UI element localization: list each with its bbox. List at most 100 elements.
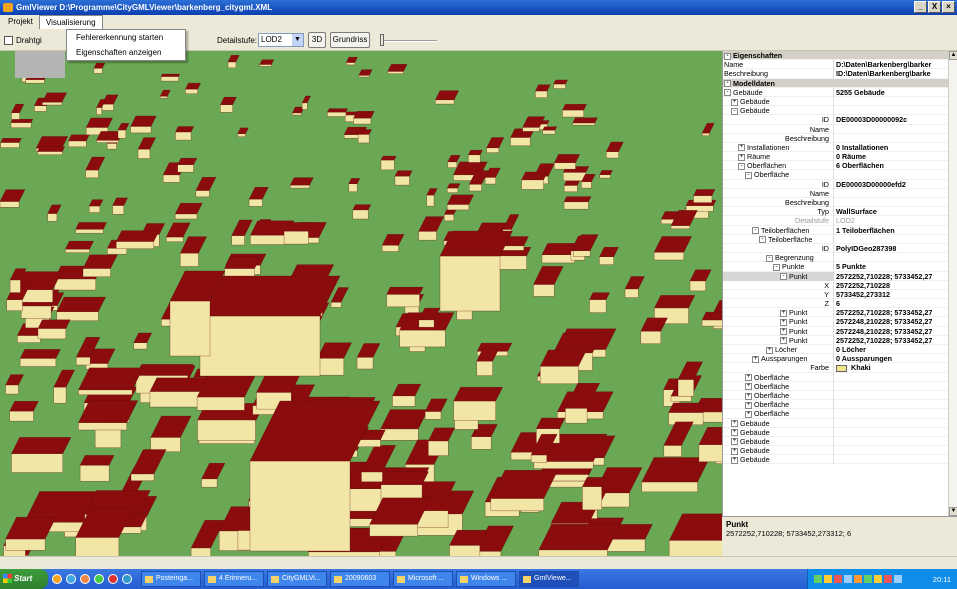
- building-wall[interactable]: [468, 154, 481, 163]
- building-roof[interactable]: [9, 401, 39, 412]
- building-wall[interactable]: [231, 235, 245, 246]
- building-wall[interactable]: [159, 96, 168, 99]
- building-wall[interactable]: [53, 386, 67, 404]
- building-wall[interactable]: [573, 250, 591, 257]
- building-roof[interactable]: [78, 367, 144, 390]
- property-value[interactable]: DE00003D00000efd2: [833, 179, 951, 189]
- building-roof[interactable]: [589, 292, 610, 300]
- building-roof[interactable]: [357, 129, 372, 135]
- building-roof[interactable]: [693, 189, 716, 196]
- building-wall[interactable]: [196, 396, 245, 411]
- building-wall[interactable]: [250, 234, 287, 245]
- property-row[interactable]: - Oberfläche: [723, 170, 957, 180]
- building-wall[interactable]: [283, 230, 309, 245]
- expand-icon[interactable]: +: [752, 355, 759, 363]
- building-wall[interactable]: [469, 184, 482, 192]
- building-roof[interactable]: [37, 146, 66, 152]
- building-wall[interactable]: [75, 537, 120, 556]
- building-wall[interactable]: [93, 68, 103, 74]
- building-roof[interactable]: [428, 427, 456, 442]
- property-value[interactable]: 2572252,710228; 5733452,27: [833, 271, 951, 281]
- building-roof[interactable]: [65, 240, 94, 250]
- building-roof[interactable]: [259, 59, 275, 65]
- expand-icon[interactable]: +: [766, 346, 773, 354]
- building-roof[interactable]: [248, 187, 269, 200]
- property-row[interactable]: + Oberfläche: [723, 400, 957, 410]
- building-roof[interactable]: [380, 409, 429, 430]
- property-row[interactable]: Y 5733452,273312: [723, 289, 957, 300]
- building-wall[interactable]: [640, 331, 661, 344]
- tray-icon[interactable]: [834, 575, 842, 583]
- property-row[interactable]: ID DE00003D00000092c: [723, 115, 957, 125]
- building-roof[interactable]: [11, 104, 25, 113]
- building-roof[interactable]: [453, 387, 503, 402]
- building-wall[interactable]: [358, 134, 370, 144]
- collapse-icon[interactable]: -: [745, 172, 752, 180]
- property-value[interactable]: [833, 400, 951, 410]
- building-roof[interactable]: [698, 427, 722, 445]
- building-wall[interactable]: [68, 140, 87, 147]
- building-roof[interactable]: [468, 149, 483, 155]
- property-value[interactable]: 5733452,273312: [833, 289, 951, 299]
- building-wall[interactable]: [663, 445, 682, 457]
- building-wall[interactable]: [486, 147, 499, 153]
- building-wall[interactable]: [89, 205, 100, 213]
- quicklaunch-icon[interactable]: [122, 574, 132, 584]
- building-wall[interactable]: [424, 411, 442, 420]
- property-value[interactable]: 2572252,710228; 5733452,27: [833, 308, 951, 318]
- property-row[interactable]: - Oberflächen 6 Oberflächen: [723, 161, 957, 171]
- building-roof[interactable]: [166, 222, 191, 238]
- building-roof[interactable]: [130, 449, 167, 475]
- property-value[interactable]: [833, 372, 951, 382]
- building-wall[interactable]: [0, 142, 20, 148]
- building-roof[interactable]: [606, 141, 624, 152]
- building-wall[interactable]: [352, 209, 369, 220]
- property-row[interactable]: + Aussparungen 0 Aussparungen: [723, 354, 957, 364]
- building-wall[interactable]: [553, 83, 566, 89]
- building-wall[interactable]: [259, 64, 272, 67]
- building-roof[interactable]: [180, 236, 207, 254]
- building-roof[interactable]: [490, 470, 559, 499]
- property-row[interactable]: + Punkt 2572248,210228; 5733452,27: [723, 317, 957, 327]
- building-wall[interactable]: [47, 213, 58, 222]
- building-roof[interactable]: [85, 156, 106, 171]
- building-wall[interactable]: [37, 328, 67, 340]
- expand-icon[interactable]: +: [731, 456, 738, 464]
- building-roof[interactable]: [701, 123, 715, 134]
- building-wall[interactable]: [670, 225, 690, 229]
- building-roof[interactable]: [47, 204, 62, 214]
- collapse-icon[interactable]: -: [780, 273, 787, 281]
- building-roof[interactable]: [502, 214, 520, 230]
- building-roof[interactable]: [486, 137, 505, 148]
- property-value[interactable]: [833, 455, 951, 465]
- property-scrollbar[interactable]: ▲ ▼: [948, 51, 957, 516]
- building-wall[interactable]: [562, 109, 584, 118]
- building-roof[interactable]: [199, 275, 341, 317]
- tray-icon[interactable]: [884, 575, 892, 583]
- building-wall[interactable]: [439, 255, 501, 312]
- building-wall[interactable]: [34, 105, 47, 112]
- property-row[interactable]: + Oberfläche: [723, 381, 957, 391]
- building-roof[interactable]: [42, 92, 67, 103]
- property-row[interactable]: + Punkt 2572252,710228; 5733452,27: [723, 308, 957, 318]
- building-wall[interactable]: [599, 256, 614, 265]
- expand-icon[interactable]: +: [745, 392, 752, 400]
- building-wall[interactable]: [563, 201, 589, 210]
- building-roof[interactable]: [387, 64, 408, 72]
- quicklaunch-icon[interactable]: [108, 574, 118, 584]
- building-wall[interactable]: [107, 248, 127, 255]
- expand-icon[interactable]: +: [731, 98, 738, 106]
- building-roof[interactable]: [418, 216, 445, 232]
- property-value[interactable]: [833, 381, 951, 391]
- taskbar-item[interactable]: Posteinga...: [141, 571, 201, 587]
- building-wall[interactable]: [17, 335, 41, 343]
- building-wall[interactable]: [572, 122, 595, 126]
- taskbar-item[interactable]: CityGMLVi...: [267, 571, 327, 587]
- building-wall[interactable]: [37, 151, 63, 155]
- building-wall[interactable]: [65, 249, 90, 253]
- building-roof[interactable]: [668, 402, 709, 413]
- building-wall[interactable]: [201, 478, 218, 488]
- building-roof[interactable]: [356, 343, 381, 358]
- building-roof[interactable]: [599, 170, 613, 175]
- building-wall[interactable]: [180, 252, 199, 267]
